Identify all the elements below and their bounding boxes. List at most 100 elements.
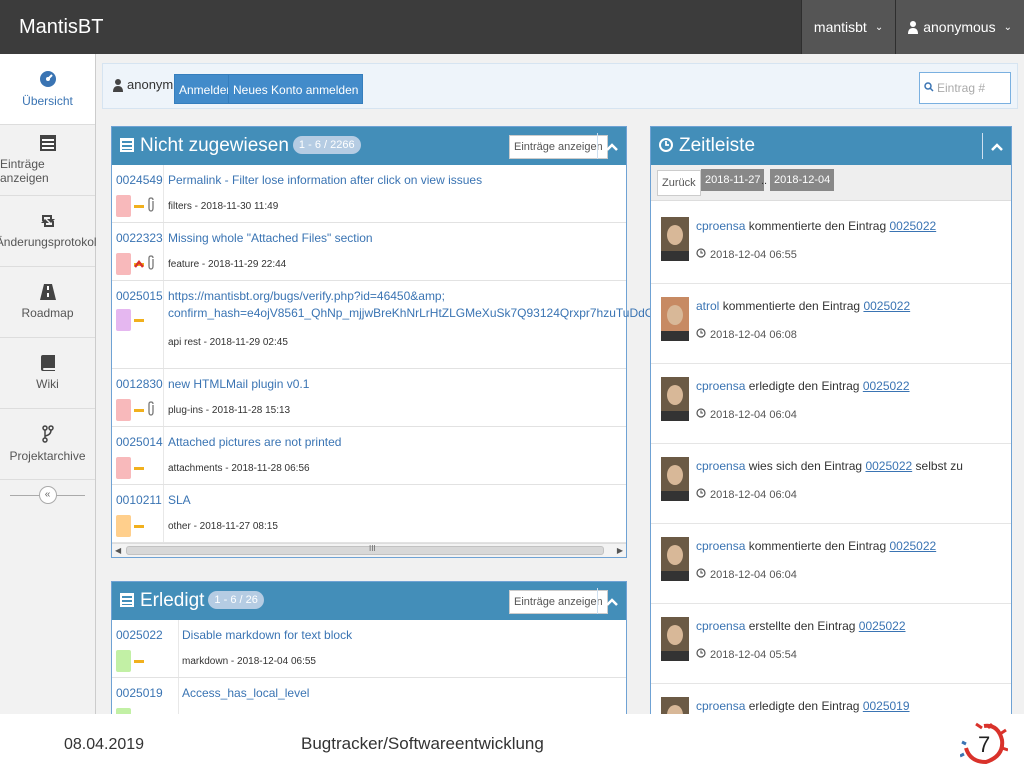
timeline-issue-link[interactable]: 0025022: [859, 619, 906, 633]
current-user-name: anonym: [127, 77, 174, 92]
signup-button[interactable]: Neues Konto anmelden: [228, 74, 364, 104]
avatar[interactable]: [661, 457, 689, 501]
issue-id-link[interactable]: 0025015: [116, 289, 163, 303]
issue-id-link[interactable]: 0022323: [116, 231, 163, 245]
timeline-issue-link[interactable]: 0025022: [889, 539, 936, 553]
scroll-thumb[interactable]: III: [126, 544, 604, 555]
view-issues-button[interactable]: Einträge anzeigen: [509, 135, 608, 159]
issue-summary-link-continued[interactable]: confirm_hash=e4ojV8561_QhNp_mjjwBreKhNrL…: [168, 306, 710, 320]
timeline-action: kommentierte den Eintrag: [722, 299, 861, 313]
sidebar-item-overview[interactable]: Übersicht: [0, 54, 95, 125]
widget-title: Nicht zugewiesen: [140, 135, 289, 156]
sidebar-item-roadmap[interactable]: Roadmap: [0, 267, 95, 338]
issue-summary-link[interactable]: Missing whole "Attached Files" section: [168, 231, 373, 245]
timeline-user-link[interactable]: cproensa: [696, 219, 745, 233]
severity-dash: [134, 660, 144, 663]
timeline-text: cproensa wies sich den Eintrag 0025022 s…: [696, 459, 963, 473]
timeline-widget: Zeitleiste Zurück 2018-11-27 .. 2018-12-…: [650, 126, 1012, 716]
brand-logo[interactable]: MantisBT: [19, 16, 103, 39]
avatar[interactable]: [661, 617, 689, 661]
project-menu[interactable]: mantisbt ⌄: [800, 0, 896, 54]
sidebar-item-wiki[interactable]: Wiki: [0, 338, 95, 409]
issue-id-link[interactable]: 0024549: [116, 173, 163, 187]
view-issues-button[interactable]: Einträge anzeigen: [509, 590, 608, 614]
avatar[interactable]: [661, 377, 689, 421]
timeline-time: 2018-12-04 06:04: [696, 488, 797, 501]
timeline-issue-link[interactable]: 0025022: [863, 379, 910, 393]
issue-id-link[interactable]: 0025019: [116, 686, 163, 700]
footer-date: 08.04.2019: [64, 736, 145, 753]
issue-summary-link[interactable]: Permalink - Filter lose information afte…: [168, 173, 482, 187]
issue-id-link[interactable]: 0010211: [116, 493, 162, 507]
issue-id-link[interactable]: 0025022: [116, 628, 163, 642]
timeline-issue-link[interactable]: 0025022: [889, 219, 936, 233]
sidebar-collapse[interactable]: «: [0, 480, 95, 510]
table-row[interactable]: 0022323 Missing whole "Attached Files" se…: [112, 223, 626, 281]
timeline-user-link[interactable]: cproensa: [696, 539, 745, 553]
collapse-icon[interactable]: «: [38, 486, 57, 504]
bug-logo-icon: 7: [959, 722, 1009, 765]
avatar[interactable]: [661, 297, 689, 341]
issue-summary-link[interactable]: https://mantisbt.org/bugs/verify.php?id=…: [168, 289, 445, 303]
collapse-icon[interactable]: [991, 138, 1003, 154]
timeline-user-link[interactable]: atrol: [696, 299, 719, 313]
issue-id-link[interactable]: 0012830: [116, 377, 163, 391]
timeline-item: atrol kommentierte den Eintrag 0025022 20…: [651, 283, 1011, 364]
book-icon: [40, 355, 55, 371]
sidebar-item-label: Wiki: [36, 377, 59, 391]
sidebar-item-view-issues[interactable]: Einträge anzeigen: [0, 125, 95, 196]
date-from: 2018-11-27: [701, 169, 765, 191]
road-icon: [39, 284, 56, 300]
table-row[interactable]: 0012830 new HTMLMail plugin v0.1 plug-ins …: [112, 369, 626, 427]
sidebar-item-repositories[interactable]: Projektarchive: [0, 409, 95, 480]
page-number-badge: 7: [959, 714, 1009, 768]
table-row[interactable]: 0025015 https://mantisbt.org/bugs/verify.…: [112, 281, 710, 369]
current-user: anonym: [113, 77, 173, 92]
timeline-text: cproensa erstellte den Eintrag 0025022: [696, 619, 906, 633]
sidebar: Übersicht Einträge anzeigen Änderungspro…: [0, 54, 99, 714]
issue-summary-link[interactable]: new HTMLMail plugin v0.1: [168, 377, 309, 391]
list-icon: [39, 135, 56, 151]
code-fork-icon: [41, 425, 54, 443]
divider: [597, 133, 598, 159]
sidebar-item-label: Roadmap: [21, 306, 74, 320]
issue-summary-link[interactable]: SLA: [168, 493, 191, 507]
user-menu[interactable]: anonymous ⌄: [895, 0, 1024, 54]
avatar[interactable]: [661, 537, 689, 581]
back-button[interactable]: Zurück: [657, 170, 701, 196]
avatar[interactable]: [661, 217, 689, 261]
issue-summary-link[interactable]: Attached pictures are not printed: [168, 435, 341, 449]
timeline-item: cproensa kommentierte den Eintrag 002502…: [651, 523, 1011, 604]
issue-search-input[interactable]: Eintrag #: [919, 72, 1011, 104]
timeline-time: 2018-12-04 05:54: [696, 648, 797, 661]
timeline-timestamp: 2018-12-04 05:54: [710, 648, 797, 661]
column-divider: [163, 223, 164, 280]
issue-id-link[interactable]: 0025014: [116, 435, 163, 449]
timeline-issue-link[interactable]: 0025022: [863, 299, 910, 313]
scroll-right-icon[interactable]: ▶: [617, 546, 623, 555]
table-row[interactable]: 0024549 Permalink - Filter lose informati…: [112, 165, 626, 223]
timeline-time: 2018-12-04 06:55: [696, 248, 797, 261]
table-row[interactable]: 0025019 Access_has_local_level: [112, 678, 626, 716]
issue-summary-link[interactable]: Disable markdown for text block: [182, 628, 352, 642]
table-row[interactable]: 0010211 SLA other - 2018-11-27 08:15: [112, 485, 626, 543]
timeline-user-link[interactable]: cproensa: [696, 379, 745, 393]
timeline-user-link[interactable]: cproensa: [696, 699, 745, 713]
table-row[interactable]: 0025022 Disable markdown for text block ma…: [112, 620, 626, 678]
date-to: 2018-12-04: [770, 169, 835, 191]
timeline-action: erledigte den Eintrag: [748, 379, 860, 393]
collapse-icon[interactable]: [606, 593, 618, 609]
scroll-left-icon[interactable]: ◀: [115, 546, 121, 555]
priority-high-icon: [134, 257, 144, 271]
widget-header: Erledigt 1 - 6 / 26 Einträge anzeigen: [112, 582, 626, 620]
timeline-user-link[interactable]: cproensa: [696, 459, 745, 473]
horizontal-scrollbar[interactable]: ◀ III ▶: [112, 543, 626, 557]
sidebar-item-changelog[interactable]: Änderungsprotokoll: [0, 196, 99, 267]
collapse-icon[interactable]: [606, 138, 618, 154]
timeline-issue-link[interactable]: 0025019: [863, 699, 910, 713]
timeline-issue-link[interactable]: 0025022: [865, 459, 912, 473]
timeline-timestamp: 2018-12-04 06:04: [710, 488, 797, 501]
issue-summary-link[interactable]: Access_has_local_level: [182, 686, 309, 700]
table-row[interactable]: 0025014 Attached pictures are not printed…: [112, 427, 626, 485]
timeline-user-link[interactable]: cproensa: [696, 619, 745, 633]
